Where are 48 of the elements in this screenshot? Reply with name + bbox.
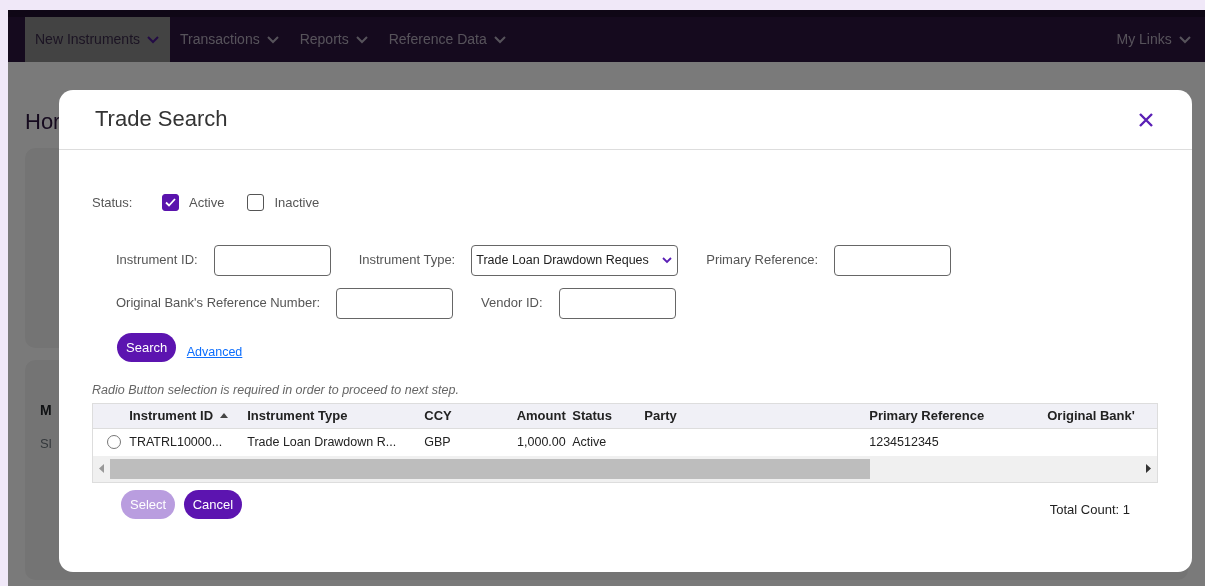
close-icon xyxy=(1138,111,1154,128)
chevron-down-icon xyxy=(265,34,280,45)
column-header[interactable]: Original Bank' xyxy=(1044,406,1157,426)
table-cell-text: TRATRL10000... xyxy=(128,433,224,451)
chevron-down-icon xyxy=(492,34,507,45)
checkmark-icon xyxy=(164,198,176,208)
search-button[interactable]: Search xyxy=(117,332,177,362)
table-cell-text: 1,000.00 xyxy=(516,433,567,451)
column-header[interactable]: Party xyxy=(641,406,866,426)
field-label: Instrument ID: xyxy=(116,251,198,270)
total-count: Total Count: 1 xyxy=(1049,500,1130,519)
page-heading: Hor xyxy=(25,108,61,136)
text-input-field[interactable] xyxy=(213,244,331,276)
status-checkbox[interactable] xyxy=(247,194,265,212)
table-cell-text: Active xyxy=(571,433,608,451)
checkbox-label: Active xyxy=(188,194,225,212)
card-text: Sl xyxy=(40,435,52,453)
checkbox-label: Inactive xyxy=(274,194,320,212)
cancel-button[interactable]: Cancel xyxy=(183,489,243,520)
column-header[interactable]: Amount xyxy=(481,406,569,426)
field-label: Instrument Type: xyxy=(358,251,456,270)
column-header[interactable]: Primary Reference xyxy=(866,406,1044,426)
instrument-type-select[interactable]: Trade Loan Drawdown Reques xyxy=(471,244,679,276)
instruction-note: Radio Button selection is required in order to proceed to next step. xyxy=(92,382,460,399)
text-input-field[interactable] xyxy=(558,287,676,319)
advanced-link[interactable]: Advanced xyxy=(186,343,243,362)
chevron-down-icon xyxy=(661,256,674,264)
column-header[interactable]: Instrument Type xyxy=(244,406,421,426)
field-label: Original Bank's Reference Number: xyxy=(116,294,321,313)
chevron-down-icon xyxy=(146,34,161,45)
chevron-down-icon xyxy=(1177,34,1192,45)
column-header[interactable]: CCY xyxy=(421,406,481,426)
column-header[interactable]: Status xyxy=(569,406,641,426)
dialog-title: Trade Search xyxy=(95,106,228,133)
chevron-down-icon xyxy=(354,34,369,45)
column-header[interactable]: Instrument ID xyxy=(126,406,244,426)
status-label: Status: xyxy=(92,194,133,212)
scrollbar-thumb[interactable] xyxy=(110,458,870,479)
text-input-field[interactable] xyxy=(336,287,454,319)
card-heading: M xyxy=(40,401,52,420)
status-checkbox[interactable] xyxy=(161,194,179,212)
field-label: Primary Reference: xyxy=(706,251,819,270)
field-label: Vendor ID: xyxy=(481,294,543,313)
table-cell-text: 1234512345 xyxy=(868,433,940,451)
table-cell-text: GBP xyxy=(423,433,452,451)
text-input-field[interactable] xyxy=(834,244,952,276)
table-cell-text: Trade Loan Drawdown R... xyxy=(246,433,398,451)
scroll-right-icon[interactable] xyxy=(1146,464,1151,474)
